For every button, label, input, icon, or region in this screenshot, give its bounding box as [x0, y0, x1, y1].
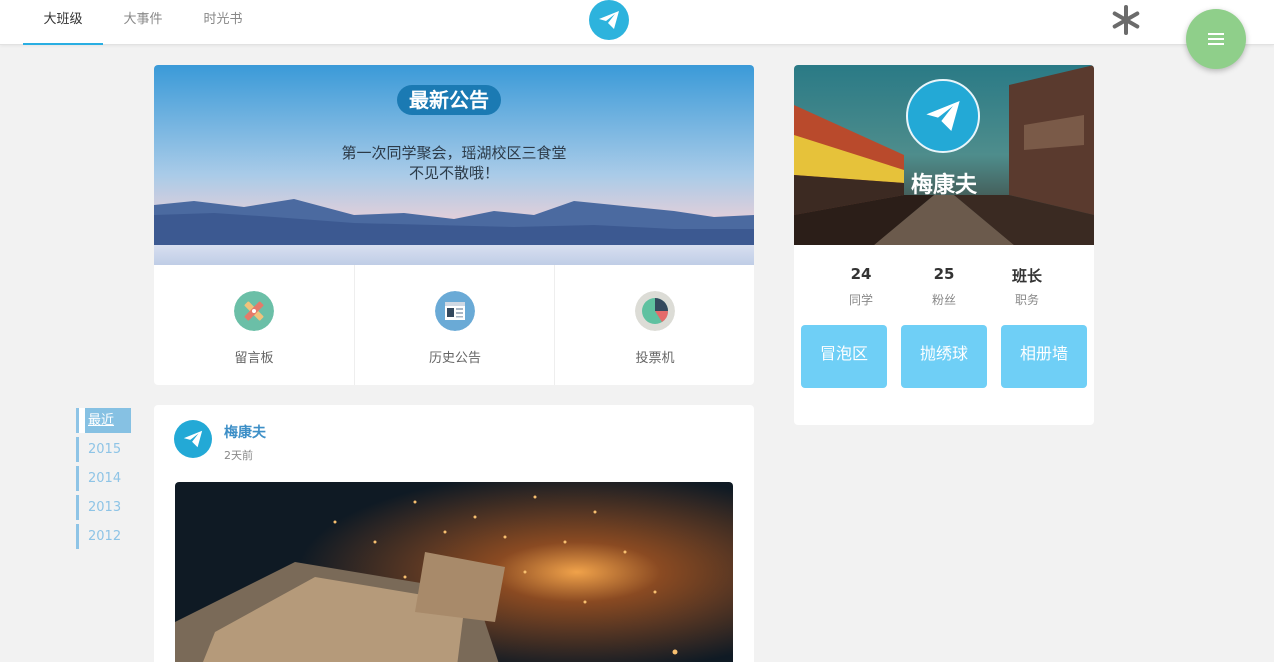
hamburger-icon — [1208, 33, 1224, 45]
feature-voting[interactable]: 投票机 — [554, 265, 754, 385]
pencil-ruler-icon — [234, 291, 274, 331]
notice-line-1: 第一次同学聚会，瑶湖校区三食堂 — [341, 144, 567, 162]
feature-label: 留言板 — [234, 351, 274, 366]
paper-plane-logo-icon[interactable] — [589, 0, 629, 40]
stat-value: 班长 — [1011, 267, 1042, 285]
profile-name: 梅康夫 — [910, 173, 977, 198]
feature-label: 投票机 — [635, 351, 675, 366]
menu-fab-button[interactable] — [1186, 9, 1246, 69]
year-filter-2012[interactable]: 2012 — [76, 524, 131, 549]
feature-message-board[interactable]: 留言板 — [154, 265, 354, 385]
profile-avatar[interactable] — [906, 79, 980, 153]
post-image[interactable] — [175, 482, 733, 662]
notice-title: 最新公告 — [397, 85, 501, 115]
bubble-zone-button[interactable]: 冒泡区 — [801, 325, 887, 388]
notice-text: 第一次同学聚会，瑶湖校区三食堂 不见不散哦！ — [154, 143, 754, 183]
year-filter-2014[interactable]: 2014 — [76, 466, 131, 491]
feature-label: 历史公告 — [428, 351, 481, 366]
year-filter-2015[interactable]: 2015 — [76, 437, 131, 462]
profile-banner-image: 梅康夫 — [794, 65, 1094, 245]
post-card: 梅康夫 2天前 — [154, 405, 754, 662]
pie-chart-icon — [635, 291, 675, 331]
throw-ball-button[interactable]: 抛绣球 — [901, 325, 987, 388]
post-author-name[interactable]: 梅康夫 — [224, 422, 266, 442]
year-filter-2013[interactable]: 2013 — [76, 495, 131, 520]
notice-line-2: 不见不散哦！ — [408, 164, 499, 182]
stat-role[interactable]: 班长 职务 — [977, 265, 1077, 308]
notice-card: 最新公告 第一次同学聚会，瑶湖校区三食堂 不见不散哦！ 留言板 历史公告 投票机 — [154, 65, 754, 385]
post-author-avatar[interactable] — [174, 420, 212, 458]
newspaper-icon — [435, 291, 475, 331]
year-label: 最近 — [88, 413, 115, 428]
tab-timebook[interactable]: 时光书 — [193, 0, 253, 45]
photo-wall-button[interactable]: 相册墙 — [1001, 325, 1087, 388]
feature-history-notices[interactable]: 历史公告 — [354, 265, 554, 385]
stat-label: 职务 — [1014, 293, 1039, 307]
post-timestamp: 2天前 — [224, 449, 253, 462]
tab-events[interactable]: 大事件 — [113, 0, 173, 45]
year-filter-recent[interactable]: 最近 — [76, 408, 131, 433]
profile-card: 梅康夫 24 同学 25 粉丝 班长 职务 冒泡区 抛绣球 相册墙 — [794, 65, 1094, 425]
top-navbar: 大班级 大事件 时光书 — [0, 0, 1274, 45]
asterisk-icon[interactable] — [1108, 2, 1144, 38]
tab-class[interactable]: 大班级 — [23, 0, 103, 45]
notice-banner-image: 最新公告 第一次同学聚会，瑶湖校区三食堂 不见不散哦！ — [154, 65, 754, 265]
